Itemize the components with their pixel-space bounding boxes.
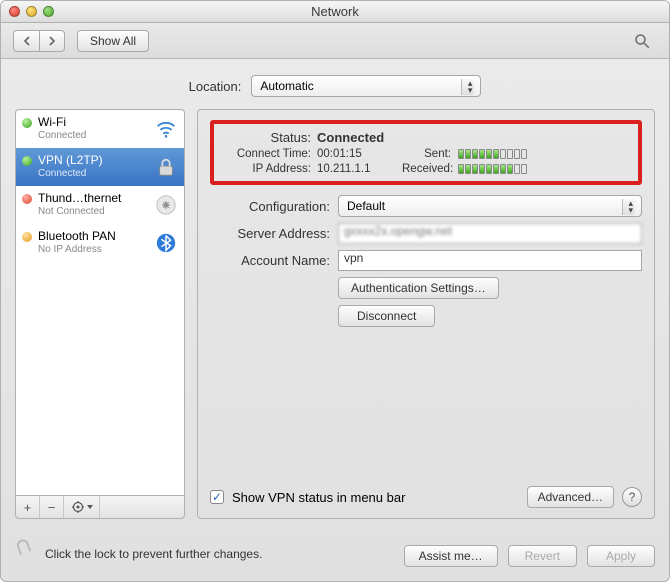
- toolbar: Show All: [1, 23, 669, 59]
- configuration-label: Configuration:: [210, 199, 330, 214]
- account-label: Account Name:: [210, 253, 330, 268]
- sidebar-item-sub: Not Connected: [38, 205, 148, 219]
- configuration-row: Configuration: Default ▴▾: [210, 195, 642, 217]
- sidebar-item-wifi[interactable]: Wi-Fi Connected: [16, 110, 184, 148]
- server-address-input[interactable]: gxxxx2x.opengw.net: [338, 223, 642, 244]
- revert-button[interactable]: Revert: [508, 545, 577, 567]
- received-bars: [457, 164, 527, 174]
- status-dot-icon: [22, 118, 32, 128]
- remove-interface-button[interactable]: −: [40, 496, 64, 518]
- pane-footer: Show VPN status in menu bar Advanced… ?: [210, 486, 642, 508]
- received-label: Received:: [402, 163, 457, 175]
- lock-row: Click the lock to prevent further change…: [15, 541, 262, 567]
- thunderbolt-icon: [154, 193, 178, 217]
- disconnect-button[interactable]: Disconnect: [338, 305, 435, 327]
- connect-time-label: Connect Time:: [222, 148, 317, 160]
- sidebar-item-label: VPN (L2TP): [38, 153, 148, 167]
- window-title: Network: [1, 4, 669, 19]
- interface-list: Wi-Fi Connected VPN (L2TP) Connected: [15, 109, 185, 495]
- show-vpn-status-checkbox[interactable]: [210, 490, 224, 504]
- sent-bars: [457, 149, 527, 159]
- status-dot-icon: [22, 156, 32, 166]
- sidebar-item-sub: No IP Address: [38, 243, 148, 257]
- sidebar-item-label: Thund…thernet: [38, 191, 148, 205]
- location-row: Location: Automatic ▴▾: [15, 75, 655, 97]
- status-dot-icon: [22, 194, 32, 204]
- connect-time-value: 00:01:15: [317, 148, 402, 160]
- sidebar-item-thunderbolt[interactable]: Thund…thernet Not Connected: [16, 186, 184, 224]
- ip-label: IP Address:: [222, 163, 317, 175]
- configuration-value: Default: [347, 199, 385, 213]
- ip-value: 10.211.1.1: [317, 163, 402, 175]
- account-row: Account Name: vpn: [210, 250, 642, 271]
- detail-pane: Status: Connected Connect Time: 00:01:15…: [197, 109, 655, 519]
- help-button[interactable]: ?: [622, 487, 642, 507]
- status-value: Connected: [317, 130, 527, 145]
- server-row: Server Address: gxxxx2x.opengw.net: [210, 223, 642, 244]
- location-label: Location:: [189, 79, 242, 94]
- body: Location: Automatic ▴▾ Wi-Fi Connected: [1, 59, 669, 581]
- forward-button[interactable]: [39, 30, 65, 52]
- status-highlight-box: Status: Connected Connect Time: 00:01:15…: [210, 120, 642, 185]
- sidebar-item-label: Bluetooth PAN: [38, 229, 148, 243]
- location-value: Automatic: [260, 79, 313, 93]
- sidebar-item-vpn[interactable]: VPN (L2TP) Connected: [16, 148, 184, 186]
- account-name-input[interactable]: vpn: [338, 250, 642, 271]
- assist-me-button[interactable]: Assist me…: [404, 545, 498, 567]
- lock-unlocked-icon[interactable]: [15, 541, 37, 567]
- location-select[interactable]: Automatic ▴▾: [251, 75, 481, 97]
- sidebar: Wi-Fi Connected VPN (L2TP) Connected: [15, 109, 185, 519]
- titlebar: Network: [1, 1, 669, 23]
- sidebar-controls: + −: [15, 495, 185, 519]
- auth-settings-button[interactable]: Authentication Settings…: [338, 277, 499, 299]
- sidebar-item-sub: Connected: [38, 167, 148, 181]
- apply-button[interactable]: Apply: [587, 545, 655, 567]
- search-icon[interactable]: [633, 32, 651, 50]
- network-prefs-window: Network Show All Location: Automatic ▴▾: [0, 0, 670, 582]
- lock-icon: [154, 155, 178, 179]
- bluetooth-icon: [154, 231, 178, 255]
- sidebar-item-bluetooth[interactable]: Bluetooth PAN No IP Address: [16, 224, 184, 262]
- sidebar-item-label: Wi-Fi: [38, 115, 148, 129]
- add-interface-button[interactable]: +: [16, 496, 40, 518]
- status-label: Status:: [222, 130, 317, 145]
- server-label: Server Address:: [210, 226, 330, 241]
- show-all-button[interactable]: Show All: [77, 30, 149, 52]
- bottom-buttons: Assist me… Revert Apply: [404, 545, 655, 567]
- wifi-icon: [154, 117, 178, 141]
- sent-label: Sent:: [402, 148, 457, 160]
- show-vpn-status-label: Show VPN status in menu bar: [232, 490, 405, 505]
- back-button[interactable]: [13, 30, 39, 52]
- interface-action-menu[interactable]: [64, 496, 100, 518]
- lock-text: Click the lock to prevent further change…: [45, 547, 262, 561]
- sidebar-item-sub: Connected: [38, 129, 148, 143]
- columns: Wi-Fi Connected VPN (L2TP) Connected: [15, 109, 655, 519]
- configuration-select[interactable]: Default ▴▾: [338, 195, 642, 217]
- status-dot-icon: [22, 232, 32, 242]
- advanced-button[interactable]: Advanced…: [527, 486, 614, 508]
